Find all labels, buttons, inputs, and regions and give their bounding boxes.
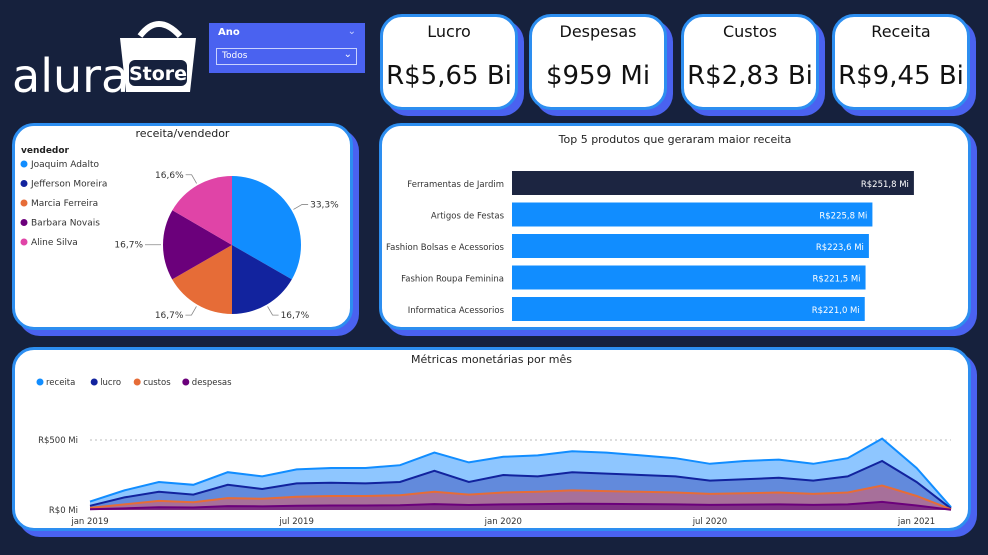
- bar-category-label: Artigos de Festas: [431, 212, 505, 222]
- brand-store: Store: [129, 63, 187, 85]
- bar-card: Top 5 produtos que geraram maior receita…: [379, 123, 971, 330]
- legend-marker: [20, 199, 28, 207]
- legend-item[interactable]: lucro: [100, 378, 121, 388]
- x-tick-label: jan 2020: [484, 517, 522, 527]
- x-tick-label: jul 2020: [692, 517, 727, 527]
- legend-marker: [20, 219, 28, 226]
- legend-item[interactable]: Jefferson Moreira: [30, 180, 107, 190]
- kpi-card-lucro: Lucro R$5,65 Bi: [380, 14, 518, 110]
- bar-category-label: Fashion Bolsas e Acessorios: [386, 243, 505, 253]
- bar-category-label: Fashion Roupa Feminina: [401, 275, 504, 285]
- bar-category-label: Ferramentas de Jardim: [407, 180, 504, 190]
- kpi-value: R$9,45 Bi: [838, 61, 964, 91]
- pie-leader-line: [267, 306, 279, 316]
- legend-item[interactable]: Joaquim Adalto: [30, 160, 99, 170]
- pie-leader-line: [185, 306, 197, 316]
- slicer-dropdown[interactable]: Todos ⌄: [216, 48, 357, 65]
- alura-store-logo: alura Store: [10, 14, 200, 103]
- y-tick-label: R$500 Mi: [38, 436, 78, 446]
- bar-data-label: R$221,0 Mi: [812, 306, 860, 316]
- kpi-title: Lucro: [427, 22, 471, 41]
- x-tick-label: jan 2019: [70, 517, 108, 527]
- legend-item[interactable]: despesas: [192, 378, 232, 388]
- legend-item[interactable]: Barbara Novais: [31, 219, 100, 229]
- legend-title: vendedor: [21, 146, 70, 156]
- legend-marker: [20, 160, 28, 168]
- kpi-card-custos: Custos R$2,83 Bi: [681, 14, 819, 110]
- x-tick-label: jan 2021: [897, 517, 935, 527]
- chevron-down-icon: ⌄: [343, 49, 352, 60]
- bar-data-label: R$221,5 Mi: [813, 275, 861, 285]
- kpi-card-despesas: Despesas $959 Mi: [529, 14, 667, 110]
- collapse-icon[interactable]: ⌄: [348, 26, 356, 37]
- pie-data-label: 16,7%: [114, 241, 143, 251]
- pie-leader-line: [293, 204, 309, 210]
- area-chart: receita lucro custos despesas R$500 Mi R$0 Mi…: [36, 378, 952, 527]
- y-tick-label: R$0 Mi: [49, 506, 78, 516]
- slicer-value: Todos: [222, 51, 248, 61]
- bar[interactable]: [512, 202, 873, 227]
- legend-marker: [90, 378, 98, 386]
- pie-card: receita/vendedor vendedor Joaquim Adalto J…: [12, 123, 353, 330]
- year-slicer[interactable]: Ano ⌄ Todos ⌄: [209, 23, 365, 73]
- pie-chart: vendedor Joaquim Adalto Jefferson Moreira M…: [20, 146, 339, 321]
- kpi-card-receita: Receita R$9,45 Bi: [832, 14, 970, 110]
- legend-item[interactable]: Aline Silva: [31, 238, 78, 248]
- pie-data-label: 16,7%: [155, 311, 184, 321]
- legend-item[interactable]: receita: [46, 378, 75, 388]
- kpi-title: Despesas: [559, 22, 637, 41]
- legend-marker: [20, 180, 28, 187]
- pie-leader-line: [185, 174, 197, 184]
- kpi-value: R$2,83 Bi: [687, 61, 813, 91]
- bar-data-label: R$251,8 Mi: [861, 180, 909, 190]
- area-card: Métricas monetárias por mês receita lucro…: [12, 347, 971, 531]
- pie-data-label: 33,3%: [310, 200, 339, 210]
- slicer-label: Ano: [218, 27, 240, 38]
- x-tick-label: jul 2019: [278, 517, 313, 527]
- legend-item[interactable]: Marcia Ferreira: [31, 199, 98, 209]
- pie-data-label: 16,7%: [281, 311, 310, 321]
- legend-item[interactable]: custos: [143, 378, 171, 388]
- kpi-value: R$5,65 Bi: [386, 61, 512, 91]
- bar-category-label: Informatica Acessorios: [408, 306, 505, 316]
- bar-data-label: R$225,8 Mi: [819, 212, 867, 222]
- bar-chart: Ferramentas de Jardim R$251,8 Mi Artigos d…: [386, 171, 914, 321]
- kpi-title: Receita: [871, 22, 931, 41]
- legend-marker: [20, 238, 28, 246]
- pie-data-label: 16,6%: [155, 171, 184, 181]
- bar[interactable]: [512, 171, 914, 195]
- legend-marker: [133, 378, 141, 386]
- legend-marker: [182, 378, 190, 386]
- legend-marker: [36, 378, 44, 386]
- brand-name: alura: [12, 49, 129, 99]
- bar-data-label: R$223,6 Mi: [816, 243, 864, 253]
- kpi-value: $959 Mi: [545, 61, 651, 91]
- kpi-title: Custos: [722, 22, 778, 41]
